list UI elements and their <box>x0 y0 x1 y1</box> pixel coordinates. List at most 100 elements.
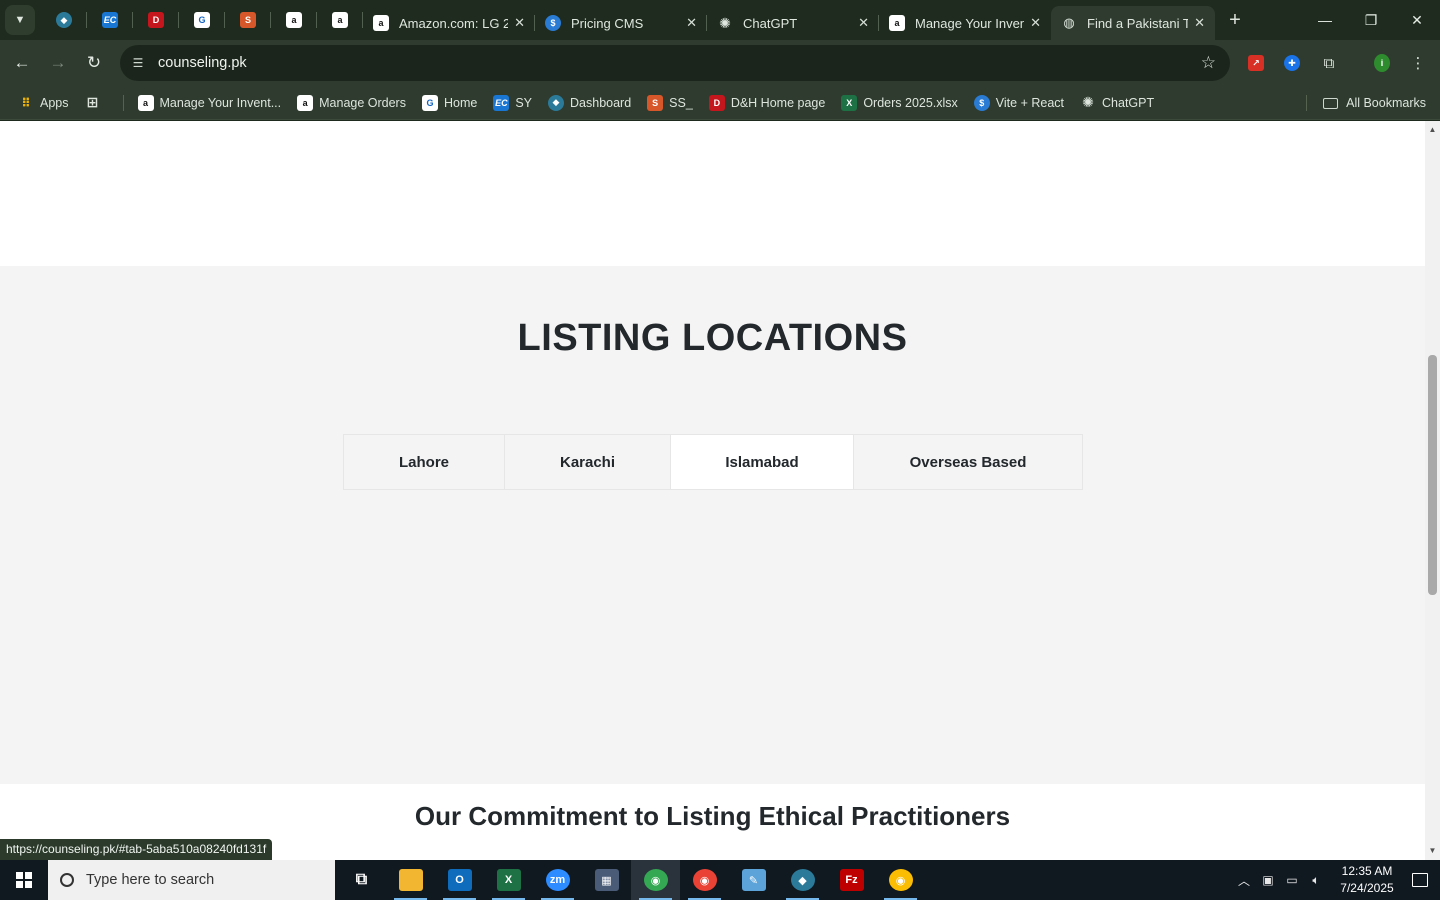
taskbar-app[interactable]: ◆ <box>778 860 827 900</box>
bookmark-chatgpt[interactable]: ✺ ChatGPT <box>1080 94 1154 111</box>
all-bookmarks-label: All Bookmarks <box>1346 96 1426 110</box>
pinned-tab-2[interactable]: EC <box>87 0 133 40</box>
system-tray: ︿ ▣ ▭ 🔈︎ 12:35 AM 7/24/2025 <box>1232 860 1440 900</box>
tab-chatgpt[interactable]: ✺ ChatGPT ✕ <box>707 6 879 40</box>
pinned-tab-4[interactable]: G <box>179 0 225 40</box>
tab-amazon-lg[interactable]: a Amazon.com: LG 24 ✕ <box>363 6 535 40</box>
taskbar-search-box[interactable]: Type here to search <box>48 860 335 900</box>
bookmark-label: SY <box>515 95 533 110</box>
volume-icon[interactable]: 🔈︎ <box>1304 873 1328 888</box>
ec-icon: EC <box>493 94 510 111</box>
taskbar-zoom[interactable]: zm <box>533 860 582 900</box>
extension-button-1[interactable]: ↗ <box>1242 49 1270 77</box>
ss-icon: S <box>240 12 256 28</box>
profile-button[interactable]: i <box>1368 49 1396 77</box>
bookmark-apps[interactable]: ⠿ Apps <box>18 95 68 111</box>
minimize-button[interactable]: — <box>1302 0 1348 40</box>
site-settings-icon[interactable]: ☰ <box>130 55 146 71</box>
location-tabs: Lahore Karachi Islamabad Overseas Based <box>343 434 1083 490</box>
tab-search-button[interactable]: ▼ <box>5 5 35 35</box>
taskbar-notepad[interactable]: ✎ <box>729 860 778 900</box>
taskbar-clock[interactable]: 12:35 AM 7/24/2025 <box>1334 863 1400 897</box>
tab-strip: ▼ ◆ EC D G S a a a Amazon.com: LG 24 ✕ $… <box>0 0 1440 40</box>
bookmark-star-icon[interactable]: ☆ <box>1201 53 1216 73</box>
security-icon[interactable]: ▣ <box>1256 873 1280 887</box>
taskbar-chrome-2[interactable]: ◉ <box>680 860 729 900</box>
location-tab-karachi[interactable]: Karachi <box>505 435 671 489</box>
excel-icon: X <box>841 94 858 111</box>
bookmark-ss[interactable]: S SS_ <box>647 94 693 111</box>
bookmark-manage-inventory[interactable]: a Manage Your Invent... <box>137 94 281 111</box>
tab-groups-icon: ⊞ <box>86 94 99 110</box>
chrome-icon: ◉ <box>643 869 668 891</box>
notification-center-button[interactable] <box>1400 873 1440 887</box>
bookmark-orders-xlsx[interactable]: X Orders 2025.xlsx <box>841 94 958 111</box>
scrollbar-thumb[interactable] <box>1428 355 1437 595</box>
taskbar-calculator[interactable]: ▦ <box>582 860 631 900</box>
bookmark-label: SS_ <box>669 95 693 110</box>
taskbar-chrome-1[interactable]: ◉ <box>631 860 680 900</box>
close-icon[interactable]: ✕ <box>1030 15 1041 31</box>
close-window-button[interactable]: ✕ <box>1394 0 1440 40</box>
pinned-tab-3[interactable]: D <box>133 0 179 40</box>
calculator-icon: ▦ <box>594 869 619 891</box>
page-scrollbar[interactable]: ▲ ▼ <box>1425 121 1440 860</box>
scroll-down-icon[interactable]: ▼ <box>1425 844 1440 858</box>
bookmark-dashboard[interactable]: ◆ Dashboard <box>548 94 631 111</box>
extension-button-2[interactable]: ✚ <box>1278 49 1306 77</box>
location-tab-lahore[interactable]: Lahore <box>344 435 505 489</box>
taskbar-outlook[interactable]: O <box>435 860 484 900</box>
close-icon[interactable]: ✕ <box>1194 15 1205 31</box>
extensions-menu-button[interactable]: ⧉ <box>1315 49 1343 77</box>
ss-icon: S <box>647 94 664 111</box>
bookmark-manage-orders[interactable]: a Manage Orders <box>297 94 406 111</box>
restore-button[interactable]: ❐ <box>1348 0 1394 40</box>
taskbar-excel[interactable]: X <box>484 860 533 900</box>
forward-button[interactable]: → <box>40 45 76 81</box>
tab-label: Manage Your Inventory <box>915 15 1025 31</box>
tab-pricing-cms[interactable]: $ Pricing CMS ✕ <box>535 6 707 40</box>
bookmark-vite-react[interactable]: $ Vite + React <box>973 94 1064 111</box>
location-tab-islamabad[interactable]: Islamabad <box>671 435 854 489</box>
tab-find-therapist[interactable]: ◍ Find a Pakistani Therapist ✕ <box>1051 6 1215 40</box>
start-button[interactable] <box>0 860 48 900</box>
taskbar-chrome-profile[interactable]: ◉ <box>876 860 925 900</box>
browser-menu-button[interactable]: ⋮ <box>1404 49 1432 77</box>
pinned-tab-7[interactable]: a <box>317 0 363 40</box>
zoom-icon: zm <box>545 869 570 891</box>
pinned-tab-5[interactable]: S <box>225 0 271 40</box>
bookmark-divider <box>1306 95 1308 111</box>
reload-button[interactable]: ↻ <box>76 45 112 81</box>
notification-icon <box>1412 873 1428 887</box>
app-icon: ◆ <box>548 94 565 111</box>
network-icon[interactable]: ▭ <box>1280 873 1304 887</box>
url-text[interactable]: counseling.pk <box>158 55 247 71</box>
browser-toolbar: ← → ↻ ☰ counseling.pk ☆ ↗ ✚ ⧉ i ⋮ <box>0 40 1440 86</box>
bookmark-dh-home[interactable]: D D&H Home page <box>708 94 825 111</box>
new-tab-button[interactable]: + <box>1219 9 1251 32</box>
tab-manage-inventory[interactable]: a Manage Your Inventory ✕ <box>879 6 1051 40</box>
pinned-tab-6[interactable]: a <box>271 0 317 40</box>
chevron-up-icon[interactable]: ︿ <box>1232 872 1256 889</box>
all-bookmarks-button[interactable]: All Bookmarks <box>1306 86 1426 120</box>
puzzle-icon: ⧉ <box>1323 54 1335 72</box>
scroll-up-icon[interactable]: ▲ <box>1425 123 1440 137</box>
close-icon[interactable]: ✕ <box>858 15 869 31</box>
taskbar-filezilla[interactable]: Fz <box>827 860 876 900</box>
taskbar-file-explorer[interactable] <box>386 860 435 900</box>
close-icon[interactable]: ✕ <box>514 15 525 31</box>
location-tab-overseas[interactable]: Overseas Based <box>854 435 1082 489</box>
amazon-icon: a <box>373 15 389 31</box>
bookmark-home[interactable]: G Home <box>421 94 477 111</box>
folder-icon <box>1323 97 1339 109</box>
app-icon: ◆ <box>56 12 72 28</box>
windows-logo-icon <box>16 872 32 888</box>
close-icon[interactable]: ✕ <box>686 15 697 31</box>
back-button[interactable]: ← <box>4 45 40 81</box>
task-view-button[interactable]: ⧉ <box>337 860 386 900</box>
pinned-tab-1[interactable]: ◆ <box>41 0 87 40</box>
page-viewport: LISTING LOCATIONS Lahore Karachi Islamab… <box>0 121 1425 860</box>
address-bar[interactable]: ☰ counseling.pk ☆ <box>120 45 1230 81</box>
bookmark-tab-groups[interactable]: ⊞ <box>85 94 107 111</box>
bookmark-sy[interactable]: EC SY <box>493 94 533 111</box>
